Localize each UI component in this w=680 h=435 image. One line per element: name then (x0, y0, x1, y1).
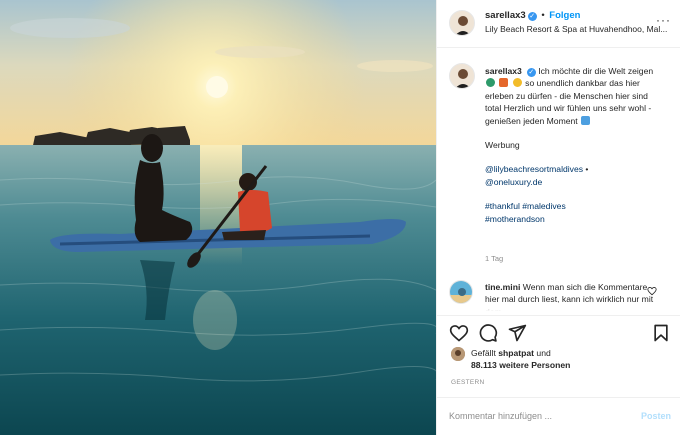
likes-prefix: Gefällt (471, 348, 499, 358)
post-location[interactable]: Lily Beach Resort & Spa at Huvahendhoo, … (485, 24, 671, 34)
comment-input[interactable]: Kommentar hinzufügen ... (449, 411, 552, 421)
hashtag-thankful[interactable]: #thankful (485, 201, 520, 211)
heart-emoji-icon (512, 78, 522, 88)
commenter-avatar[interactable] (449, 280, 473, 304)
comment-fade (485, 302, 655, 312)
person-emoji-icon (581, 115, 591, 125)
hashtag-maledives[interactable]: #maledives (522, 201, 565, 211)
header-separator: • (541, 10, 545, 21)
post-image (0, 0, 436, 435)
mention-oneluxury[interactable]: @oneluxury.de (485, 177, 542, 187)
post-caption: sarellax3 ✓ Ich möchte dir die Welt zeige… (485, 65, 663, 237)
post-actions-bar (437, 315, 680, 349)
caption-username[interactable]: sarellax3 (485, 66, 522, 76)
heart-icon[interactable] (449, 323, 469, 343)
liker-username[interactable]: shpatpat (498, 348, 534, 358)
likes-summary: Gefällt shpatpat und 88.113 weitere Pers… (471, 347, 671, 372)
add-comment-bar: Kommentar hinzufügen ... Posten (437, 397, 680, 435)
mention-separator: • (583, 164, 589, 175)
post-photo[interactable] (0, 0, 436, 435)
mention-lilybeach[interactable]: @lilybeachresortmaldives (485, 164, 583, 174)
caption-text-2: so unendlich dankbar das hier erleben zu… (485, 78, 652, 126)
likes-count-link[interactable]: 88.113 weitere Personen (471, 360, 570, 370)
post-comment-button[interactable]: Posten (641, 411, 671, 421)
follow-button[interactable]: Folgen (549, 10, 580, 21)
globe-emoji-icon (486, 78, 495, 88)
liker-avatar[interactable] (451, 347, 465, 361)
post-header: sarellax3 ✓ • Folgen Lily Beach Resort & … (437, 0, 680, 48)
post-sidebar: sarellax3 ✓ • Folgen Lily Beach Resort & … (436, 0, 680, 435)
bookmark-icon[interactable] (651, 323, 671, 343)
more-horizontal-icon[interactable]: ··· (656, 13, 671, 27)
likes-middle: und (534, 348, 551, 358)
comment-like-heart-icon[interactable] (647, 286, 657, 296)
post-date[interactable]: GESTERN (451, 379, 485, 386)
header-title-line: sarellax3 ✓ • Folgen (485, 10, 580, 21)
comment-username[interactable]: tine.mini (485, 282, 520, 292)
hashtag-motherandson[interactable]: #motherandson (485, 214, 545, 224)
caption-author-avatar[interactable] (449, 63, 475, 89)
send-icon[interactable] (507, 323, 527, 343)
gift-emoji-icon (499, 78, 509, 88)
caption-verified-badge-icon: ✓ (526, 68, 536, 77)
comment-icon[interactable] (478, 323, 498, 343)
caption-time-ago[interactable]: 1 Tag (485, 254, 503, 263)
verified-badge-icon: ✓ (527, 12, 537, 21)
author-username[interactable]: sarellax3 (485, 10, 526, 21)
ad-label: Werbung (485, 140, 520, 151)
author-avatar[interactable] (449, 10, 475, 36)
caption-text-1: Ich möchte dir die Welt zeigen (538, 66, 654, 76)
